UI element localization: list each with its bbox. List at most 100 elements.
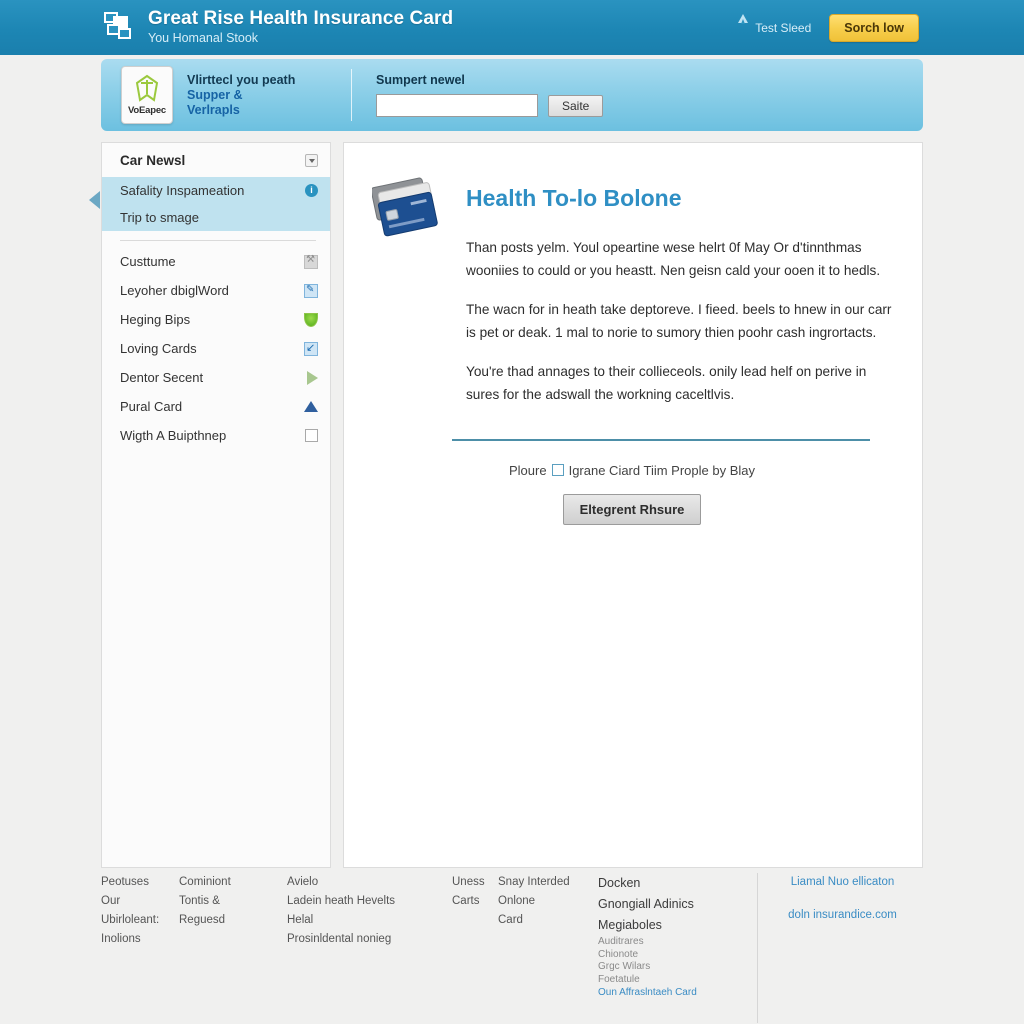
sidebar-list: Custtume Leyoher dbiglWord Heging Bips L… <box>102 247 330 450</box>
footer-column-6: Docken Gnongiall Adinics Megiaboles Audi… <box>598 873 758 1023</box>
article-paragraph: The wacn for in heath take deptoreve. I … <box>466 302 892 340</box>
arrow-diagonal-icon <box>304 341 318 356</box>
sidebar-item-label: Dentor Secent <box>120 370 204 385</box>
checkbox-icon[interactable] <box>305 429 318 442</box>
footer-link[interactable]: Helal <box>287 911 438 930</box>
footer-link[interactable]: Megiaboles <box>598 915 743 936</box>
search-now-button[interactable]: Sorch low <box>829 13 919 42</box>
sidebar-item-leyoher[interactable]: Leyoher dbiglWord <box>102 276 330 305</box>
sidebar-item-label: Heging Bips <box>120 312 191 327</box>
sidebar: Car Newsl Safality Inspameation i Trip t… <box>89 142 331 868</box>
footer-link[interactable]: Onlone <box>498 892 584 911</box>
banner-tagline-line1: Vlirttecl you peath <box>187 72 296 87</box>
footer-app-link[interactable]: Liamal Nuo ellicaton <box>776 873 909 891</box>
trust-badge-label: VoEapec <box>127 105 167 116</box>
header-actions: Test Sleed Sorch low <box>738 0 919 55</box>
play-triangle-icon <box>307 370 318 385</box>
chevron-down-icon[interactable] <box>305 154 318 167</box>
promo-banner: VoEapec Vlirttecl you peath Supper & Ver… <box>101 59 923 131</box>
banner-tagline-line2: Supper & <box>187 87 243 102</box>
sidebar-item-label: Trip to smage <box>120 210 199 225</box>
trust-badge[interactable]: VoEapec <box>121 66 173 124</box>
site-subtitle: You Homanal Stook <box>148 31 259 45</box>
banner-tagline: Vlirttecl you peath Supper & Verlrapls <box>187 73 337 118</box>
site-header: Great Rise Health Insurance Card You Hom… <box>0 0 1024 55</box>
footer-link[interactable]: Avielo <box>287 873 438 892</box>
footer-sublink[interactable]: Auditrares <box>598 936 743 949</box>
sidebar-item-dentor[interactable]: Dentor Secent <box>102 363 330 392</box>
sidebar-item-label: Pural Card <box>120 399 183 414</box>
content-area: Car Newsl Safality Inspameation i Trip t… <box>89 142 923 868</box>
footer-column-1: Peotuses Our Ubirloleant: Inolions <box>101 873 179 1023</box>
site-footer: Peotuses Our Ubirloleant: Inolions Comin… <box>101 873 923 1023</box>
sidebar-item-pural-card[interactable]: Pural Card <box>102 392 330 421</box>
footer-affiliate-link[interactable]: Oun Affraslntaeh Card <box>598 986 743 999</box>
footer-column-2: Cominiont Tontis & Reguesd <box>179 873 287 1023</box>
banner-tagline-line3: Verlrapls <box>187 102 240 117</box>
footer-column-3: Avielo Ladein heath Hevelts Helal Prosin… <box>287 873 452 1023</box>
footer-link[interactable]: Ubirloleant: <box>101 911 165 930</box>
sidebar-item-label: Wigth A Buipthnep <box>120 428 227 443</box>
sidebar-item-loving-cards[interactable]: Loving Cards <box>102 334 330 363</box>
footer-link[interactable]: Prosinldental nonieg <box>287 930 438 949</box>
footer-link[interactable]: Inolions <box>101 930 165 949</box>
footer-link[interactable]: Peotuses <box>101 873 165 892</box>
footer-link[interactable]: Docken <box>598 873 743 894</box>
sidebar-item-trip[interactable]: Trip to smage <box>102 204 330 231</box>
pencil-icon <box>304 283 318 298</box>
footer-link[interactable]: Carts <box>452 892 484 911</box>
triangle-alert-icon <box>738 14 749 32</box>
banner-search: Sumpert newel Saite <box>376 73 604 117</box>
footer-link[interactable]: Card <box>498 911 584 930</box>
brand[interactable]: Great Rise Health Insurance Card You Hom… <box>104 6 453 46</box>
sidebar-item-label: Safality Inspameation <box>120 183 245 198</box>
sidebar-item-label: Loving Cards <box>120 341 197 356</box>
sidebar-item-wigth[interactable]: Wigth A Buipthnep <box>102 421 330 450</box>
footer-link[interactable]: Reguesd <box>179 911 273 930</box>
footer-link[interactable]: Cominiont <box>179 873 273 892</box>
footer-sublink[interactable]: Foetatule <box>598 974 743 987</box>
sidebar-title: Car Newsl <box>120 153 186 168</box>
leaf-icon <box>304 312 318 327</box>
sidebar-item-safety[interactable]: Safality Inspameation i <box>102 177 330 204</box>
site-title: Great Rise Health Insurance Card <box>148 8 454 29</box>
banner-search-button[interactable]: Saite <box>548 94 604 117</box>
footer-site-link[interactable]: doln insurandice.com <box>776 909 909 921</box>
section-divider <box>452 439 870 441</box>
sidebar-active-group: Safality Inspameation i Trip to smage <box>102 177 330 231</box>
page-title: Health To-lo Bolone <box>466 185 682 211</box>
consent-checkbox[interactable] <box>551 464 564 476</box>
credit-cards-stack-icon <box>370 177 444 243</box>
optin-text: Igrane Ciard Tiim Prople by Blay <box>568 463 755 478</box>
footer-link[interactable]: Gnongiall Adinics <box>598 894 743 915</box>
article-header: Health To-lo Bolone <box>370 173 892 243</box>
sidebar-item-custtume[interactable]: Custtume <box>102 247 330 276</box>
article-paragraph: Than posts yelm. Youl opeartine wese hel… <box>466 240 881 278</box>
main-panel: Health To-lo Bolone Than posts yelm. You… <box>343 142 923 868</box>
footer-link[interactable]: Snay Interded <box>498 873 584 892</box>
info-circle-icon[interactable]: i <box>305 184 318 197</box>
optin-row: Ploure Igrane Ciard Tiim Prople by Blay <box>372 463 892 478</box>
footer-sublink[interactable]: Chionote <box>598 949 743 962</box>
tool-icon <box>304 254 318 269</box>
triangle-up-icon <box>304 401 318 412</box>
article-body: Than posts yelm. Youl opeartine wese hel… <box>466 237 892 406</box>
header-test-link[interactable]: Test Sleed <box>738 14 812 35</box>
sidebar-item-heging[interactable]: Heging Bips <box>102 305 330 334</box>
sidebar-item-label: Custtume <box>120 254 176 269</box>
footer-link[interactable]: Uness <box>452 873 485 892</box>
footer-link[interactable]: Our <box>101 892 165 911</box>
optin-prefix: Ploure <box>509 463 547 478</box>
enroll-button[interactable]: Eltegrent Rhsure <box>562 494 702 525</box>
arrow-left-icon[interactable] <box>89 191 100 209</box>
banner-search-input[interactable] <box>376 94 538 117</box>
banner-divider <box>351 69 352 121</box>
green-ribbon-badge-icon <box>134 74 160 104</box>
header-test-link-label: Test Sleed <box>755 20 812 35</box>
footer-link[interactable]: Ladein heath Hevelts <box>287 892 438 911</box>
footer-link[interactable]: Tontis & <box>179 892 273 911</box>
footer-sublink[interactable]: Grgc Wilars <box>598 961 743 974</box>
footer-column-4: Uness Carts <box>452 873 498 1023</box>
sidebar-item-label: Leyoher dbiglWord <box>120 283 229 298</box>
sidebar-separator <box>120 240 316 241</box>
